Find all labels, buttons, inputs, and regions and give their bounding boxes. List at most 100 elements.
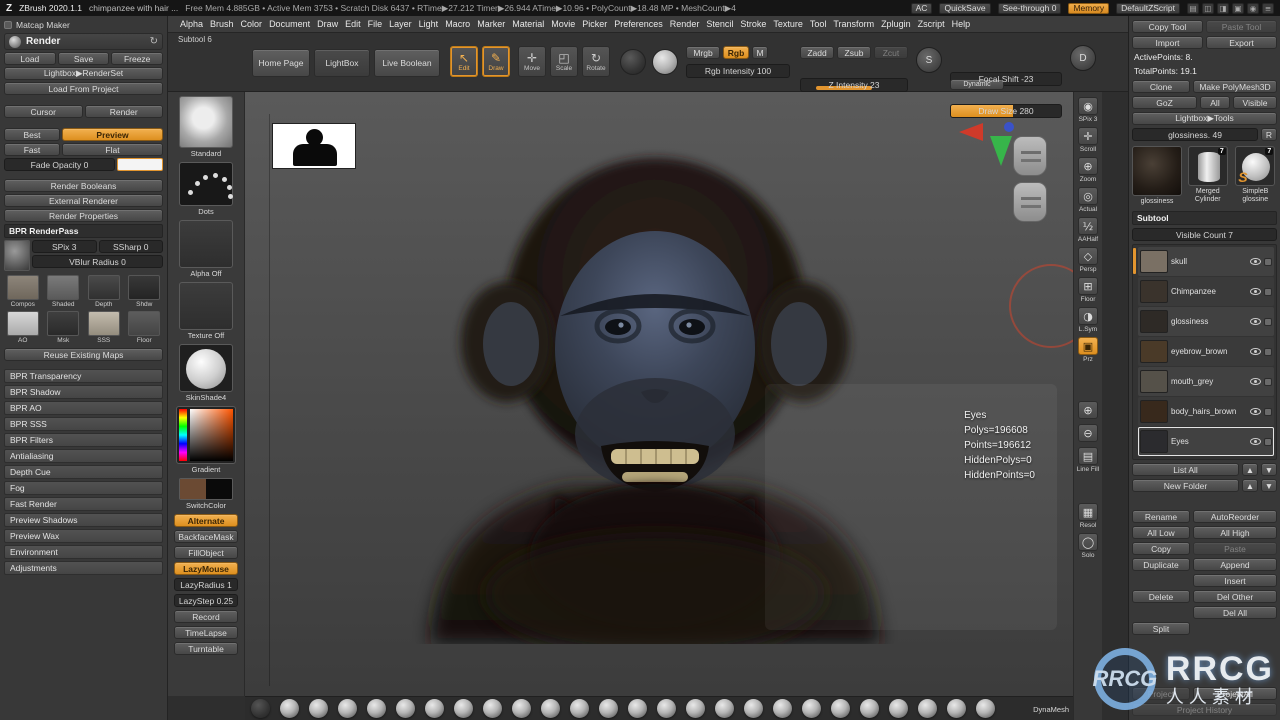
color-picker[interactable]: Gradient	[176, 406, 236, 476]
shade-view-icon[interactable]: ◨	[1217, 2, 1229, 14]
lazy-step-slider[interactable]: LazyStep 0.25	[174, 594, 238, 607]
paste-subtool-button[interactable]: Paste	[1193, 542, 1277, 556]
refresh-icon[interactable]: ↻	[150, 36, 158, 47]
menu-item[interactable]: Picker	[582, 19, 607, 29]
brush-selector[interactable]: Standard	[179, 96, 233, 160]
visibility-eye-icon[interactable]	[1250, 348, 1261, 356]
material-thumb-icon[interactable]	[686, 699, 705, 718]
del-other-button[interactable]: Del Other	[1193, 590, 1277, 604]
ac-button[interactable]: AC	[910, 2, 933, 14]
zsub-button[interactable]: Zsub	[837, 46, 871, 59]
switch-color[interactable]: SwitchColor	[179, 478, 233, 512]
r-button[interactable]: R	[1261, 128, 1277, 141]
subtool-down-button[interactable]: ▼	[1261, 463, 1277, 477]
new-folder-button[interactable]: New Folder	[1132, 479, 1239, 493]
backface-mask-button[interactable]: BackfaceMask	[174, 530, 238, 543]
subtool-up-button[interactable]: ▲	[1242, 463, 1258, 477]
color-picker-thumbnail[interactable]	[176, 406, 236, 464]
insert-button[interactable]: Insert	[1193, 574, 1277, 588]
lightbox-button[interactable]: LightBox	[314, 49, 370, 77]
quicksave-button[interactable]: QuickSave	[939, 2, 991, 14]
recent-tool-thumbnail[interactable]: 7 S	[1235, 146, 1276, 186]
visibility-eye-icon[interactable]	[1250, 438, 1261, 446]
view-strip-item[interactable]: ◇ Persp	[1075, 247, 1102, 273]
stroke-selector[interactable]: Dots	[179, 162, 233, 218]
hue-bar[interactable]	[179, 409, 187, 461]
see-through-slider[interactable]: See-through 0	[997, 2, 1062, 14]
menu-item[interactable]: Macro	[445, 19, 470, 29]
menu-item[interactable]: Tool	[810, 19, 827, 29]
subtool-row[interactable]: Chimpanzee	[1138, 277, 1274, 307]
bpr-pass-thumbnail[interactable]: AO	[4, 311, 42, 344]
bpr-pass-thumbnail[interactable]: Depth	[85, 275, 123, 308]
render-section-header[interactable]: BPR Shadow	[4, 385, 163, 399]
saturation-square[interactable]	[190, 409, 233, 461]
material-picker-icon[interactable]	[652, 49, 678, 75]
bpr-pass-thumbnail[interactable]: Shaded	[45, 275, 83, 308]
menu-item[interactable]: Zplugin	[881, 19, 911, 29]
export-button[interactable]: Export	[1206, 36, 1277, 49]
make-polymesh3d-button[interactable]: Make PolyMesh3D	[1193, 80, 1277, 93]
menu-item[interactable]: Stencil	[706, 19, 733, 29]
view-strip-item[interactable]: ⊕	[1075, 401, 1102, 420]
rgb-intensity-slider[interactable]: Rgb Intensity 100	[686, 64, 790, 78]
bpr-pass-thumbnail[interactable]: Compos	[4, 275, 42, 308]
menu-icon[interactable]: ≡	[1262, 2, 1274, 14]
timelapse-button[interactable]: TimeLapse	[174, 626, 238, 639]
menu-item[interactable]: Render	[670, 19, 700, 29]
folder-up-button[interactable]: ▲	[1242, 479, 1258, 493]
bpr-result-thumbnail[interactable]	[4, 240, 30, 271]
copy-tool-button[interactable]: Copy Tool	[1132, 20, 1203, 33]
view-strip-item[interactable]: ▦ Resol	[1075, 503, 1102, 529]
list-all-button[interactable]: List All	[1132, 463, 1239, 477]
view-strip-item[interactable]: ◉ SPix 3	[1075, 97, 1102, 123]
recent-tool-thumbnail[interactable]: 7	[1187, 146, 1228, 186]
menu-item[interactable]: Texture	[773, 19, 803, 29]
head-preview-icon[interactable]	[1013, 182, 1047, 222]
render-section-header[interactable]: Environment	[4, 545, 163, 559]
render-section-header[interactable]: BPR SSS	[4, 417, 163, 431]
material-thumb-icon[interactable]	[280, 699, 299, 718]
menu-item[interactable]: File	[368, 19, 383, 29]
subtool-row[interactable]: mouth_grey	[1138, 367, 1274, 397]
texture-selector[interactable]: Texture Off	[179, 282, 233, 342]
record-icon[interactable]: ◉	[1247, 2, 1259, 14]
bpr-pass-thumbnail[interactable]: Floor	[126, 311, 164, 344]
secondary-color-swatch[interactable]	[206, 479, 232, 499]
material-thumb-icon[interactable]	[599, 699, 618, 718]
draw-mode-button[interactable]: ✎ Draw	[482, 46, 510, 77]
render-properties-button[interactable]: Render Properties	[4, 209, 163, 222]
material-thumb-icon[interactable]	[657, 699, 676, 718]
stroke-curve-knob[interactable]: S	[916, 47, 942, 73]
freeze-button[interactable]: Freeze	[111, 52, 164, 65]
lightbox-renderset-button[interactable]: Lightbox▶RenderSet	[4, 67, 163, 80]
material-thumb-icon[interactable]	[860, 699, 879, 718]
visibility-eye-icon[interactable]	[1250, 378, 1261, 386]
autoreorder-button[interactable]: AutoReorder	[1193, 510, 1277, 524]
view-strip-item[interactable]: ◯ Solo	[1075, 533, 1102, 559]
save-button[interactable]: Save	[57, 52, 110, 65]
menu-item[interactable]: Edit	[345, 19, 361, 29]
render-section-header[interactable]: Depth Cue	[4, 465, 163, 479]
render-section-header[interactable]: Antialiasing	[4, 449, 163, 463]
turntable-button[interactable]: Turntable	[174, 642, 238, 655]
paste-tool-button[interactable]: Paste Tool	[1206, 20, 1277, 33]
dynamesh-label[interactable]: DynaMesh	[1033, 705, 1069, 714]
render-section-header[interactable]: BPR Filters	[4, 433, 163, 447]
menu-item[interactable]: Color	[241, 19, 263, 29]
material-thumb-icon[interactable]	[251, 699, 270, 718]
zadd-button[interactable]: Zadd	[800, 46, 834, 59]
active-tool-thumbnail[interactable]	[1132, 146, 1182, 196]
zcut-button[interactable]: Zcut	[874, 46, 908, 59]
append-button[interactable]: Append	[1193, 558, 1277, 572]
material-thumb-icon[interactable]	[512, 699, 531, 718]
menu-item[interactable]: Marker	[477, 19, 505, 29]
menu-item[interactable]: Draw	[317, 19, 338, 29]
view-strip-item[interactable]: ◎ Actual	[1075, 187, 1102, 213]
bpr-renderpass-header[interactable]: BPR RenderPass	[4, 224, 163, 238]
live-boolean-button[interactable]: Live Boolean	[374, 49, 440, 77]
lightbox-tools-button[interactable]: Lightbox▶Tools	[1132, 112, 1277, 125]
view-strip-item[interactable]: ✛ Scroll	[1075, 127, 1102, 153]
menu-item[interactable]: Brush	[210, 19, 234, 29]
render-section-header[interactable]: BPR AO	[4, 401, 163, 415]
